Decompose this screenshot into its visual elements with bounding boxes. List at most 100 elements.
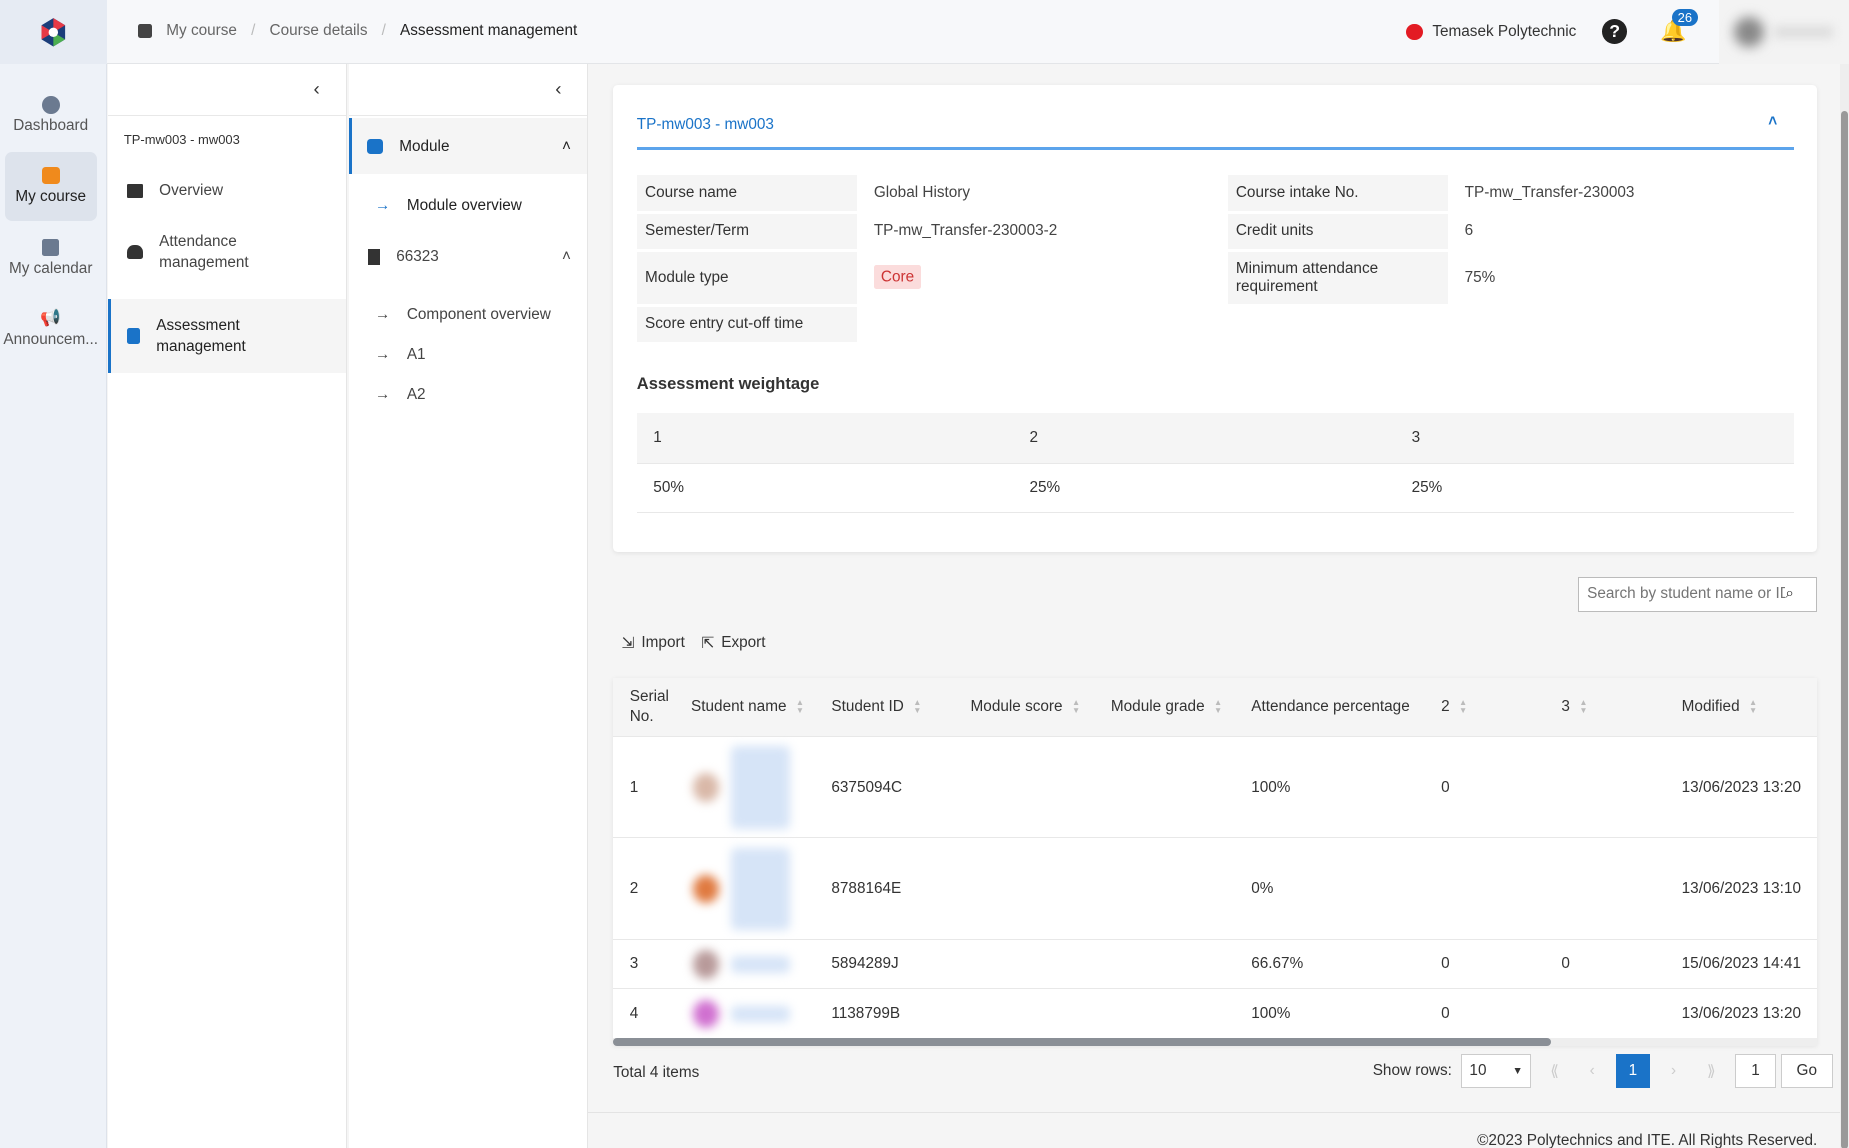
sort-icon: ▲ ▼: [1459, 697, 1468, 715]
search-field[interactable]: [1578, 585, 1786, 604]
column-header[interactable]: Module score ▲ ▼: [971, 678, 1081, 736]
institution-name[interactable]: Temasek Polytechnic: [1432, 23, 1576, 41]
nav-label: Overview: [159, 182, 224, 200]
import-button[interactable]: ⇲ Import: [621, 634, 684, 653]
collapse-panel-icon[interactable]: ‹: [313, 78, 319, 100]
rail-item-announcements[interactable]: 📢 Announcem...: [3, 295, 98, 363]
weightage-header: 2: [1012, 412, 1396, 464]
table-row[interactable]: 3 5894289J 66.67% 0 0 15/06/2023 14:41: [613, 938, 1818, 989]
modified-cell: 15/06/2023 14:41: [1681, 955, 1801, 973]
table-row[interactable]: 1 6375094C 100% 0 13/06/2023 13:20: [613, 735, 1818, 837]
chevron-up-icon[interactable]: ˄: [1768, 113, 1777, 131]
student-name[interactable]: [731, 746, 791, 829]
horizontal-scrollbar[interactable]: [613, 1037, 1818, 1046]
nav-a1[interactable]: → A1: [349, 335, 587, 375]
rail-label: Announcem...: [3, 331, 98, 349]
last-page-icon[interactable]: ⟫: [1697, 1062, 1725, 1081]
nav-assessment[interactable]: Assessment management: [108, 299, 346, 373]
chevron-up-icon: ˄: [562, 137, 571, 155]
help-icon[interactable]: ?: [1602, 19, 1627, 45]
weightage-value: 25%: [1395, 463, 1794, 514]
attendance-cell: 66.67%: [1251, 955, 1304, 973]
sort-icon: ▲ ▼: [1749, 697, 1758, 715]
vertical-scrollbar[interactable]: [1839, 63, 1849, 1148]
cube-icon: [41, 166, 60, 185]
field-label: Course intake No.: [1227, 175, 1449, 211]
cube-icon: [367, 138, 383, 154]
goto-page-input[interactable]: 1: [1734, 1054, 1777, 1089]
first-page-icon[interactable]: ⟪: [1540, 1062, 1568, 1081]
export-button[interactable]: ⇱ Export: [701, 634, 765, 653]
course-code: TP-mw003 - mw003: [123, 132, 240, 148]
serial-cell: 4: [629, 1004, 639, 1022]
nav-component-overview[interactable]: → Component overview: [349, 295, 587, 335]
book-icon: [126, 327, 140, 345]
rail-label: My course: [15, 187, 87, 205]
rail-item-my-course[interactable]: My course: [4, 152, 97, 221]
student-name[interactable]: [731, 1005, 791, 1023]
attendance-cell: 0%: [1251, 879, 1274, 897]
field-value: 6: [1464, 222, 1474, 240]
list-icon: [127, 183, 143, 199]
table-row[interactable]: 2 8788164E 0% 13/06/2023 13:10: [613, 837, 1818, 938]
nav-a2[interactable]: → A2: [349, 375, 587, 415]
page-1-button[interactable]: 1: [1615, 1054, 1650, 1089]
weightage-value: 25%: [1012, 463, 1396, 514]
card-header[interactable]: TP-mw003 - mw003 ˄: [636, 113, 1794, 150]
notification-badge: 26: [1671, 8, 1698, 27]
course-info-table: Course name Global History Course intake N…: [636, 172, 1794, 345]
nav-module-overview[interactable]: → Module overview: [349, 174, 587, 235]
search-input[interactable]: ⌕: [1577, 576, 1818, 613]
column-header[interactable]: 2 ▲ ▼: [1441, 678, 1467, 736]
main-content: TP-mw003 - mw003 ˄ Course name Global Hist…: [588, 64, 1840, 1148]
notification-bell[interactable]: 🔔 26: [1660, 8, 1698, 44]
breadcrumb-my-course[interactable]: My course: [166, 22, 237, 40]
column-header[interactable]: Student name ▲ ▼: [691, 678, 804, 736]
rail-item-dashboard[interactable]: Dashboard: [5, 81, 97, 149]
arrow-right-icon: →: [375, 386, 391, 404]
serial-cell: 1: [629, 778, 639, 796]
app-logo[interactable]: [0, 0, 108, 64]
nav-overview[interactable]: Overview: [108, 167, 345, 214]
nav-label: Attendance management: [159, 233, 249, 272]
export-icon: ⇱: [701, 635, 715, 653]
weightage-table: 123 50% 25% 25%: [636, 412, 1794, 514]
column-header[interactable]: 3 ▲ ▼: [1561, 678, 1587, 736]
chevron-up-icon: ˄: [562, 248, 571, 266]
arrow-right-icon: →: [375, 346, 391, 364]
student-name[interactable]: [731, 847, 791, 931]
go-button[interactable]: Go: [1780, 1054, 1833, 1089]
next-page-icon[interactable]: ›: [1659, 1062, 1687, 1080]
nav-attendance[interactable]: Attendance management: [108, 215, 345, 290]
student-name[interactable]: [731, 956, 791, 973]
rail-label: My calendar: [8, 259, 93, 277]
side-rail: Dashboard My course My calendar 📢 Announc…: [0, 0, 108, 1148]
weightage-title: Assessment weightage: [636, 374, 820, 393]
breadcrumb-course-details[interactable]: Course details: [270, 22, 368, 40]
module-group[interactable]: Module ˄: [349, 117, 588, 175]
megaphone-icon: 📢: [40, 308, 61, 327]
column-header[interactable]: Modified ▲ ▼: [1682, 678, 1758, 736]
collapse-panel-icon[interactable]: ‹: [555, 78, 561, 100]
sort-icon: ▲ ▼: [1071, 697, 1081, 715]
search-icon[interactable]: ⌕: [1785, 585, 1794, 603]
rail-item-my-calendar[interactable]: My calendar: [5, 224, 97, 292]
column-header[interactable]: Student ID ▲ ▼: [831, 678, 921, 736]
field-label: Course name: [636, 175, 858, 211]
arrow-right-icon: →: [375, 306, 391, 324]
avatar: [693, 773, 720, 802]
rows-per-page-select[interactable]: 10 ▼: [1461, 1054, 1531, 1089]
field-value: 75%: [1464, 268, 1496, 286]
user-avatar[interactable]: [1719, 0, 1849, 64]
component-2-cell: 0: [1441, 778, 1450, 796]
column-header[interactable]: Module grade ▲ ▼: [1111, 678, 1222, 736]
sort-icon: ▲ ▼: [913, 697, 922, 715]
component-3-cell: 0: [1561, 955, 1570, 973]
sort-icon: ▲ ▼: [795, 697, 805, 715]
component-group[interactable]: 66323 ˄: [349, 236, 587, 278]
field-value: TP-mw_Transfer-230003: [1464, 183, 1635, 201]
breadcrumb: My course / Course details / Assessment …: [137, 22, 577, 40]
nav-label: Component overview: [406, 306, 551, 324]
prev-page-icon[interactable]: ‹: [1578, 1062, 1606, 1080]
table-row[interactable]: 4 1138799B 100% 0 13/06/2023 13:20: [613, 988, 1818, 1038]
